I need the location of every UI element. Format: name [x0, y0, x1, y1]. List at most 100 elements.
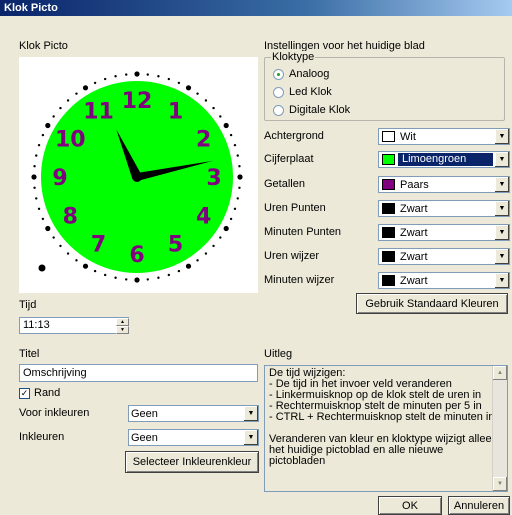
check-icon[interactable]: ✓ [19, 387, 30, 399]
minute-dot [157, 276, 160, 279]
foreground-fill-select[interactable]: Geen ▼ [128, 405, 259, 422]
fill-value: Geen [131, 431, 158, 444]
explanation-memo[interactable]: De tijd wijzigen: - De tijd in het invoer… [264, 365, 508, 492]
color-swatch [382, 179, 395, 190]
minute-dot [219, 236, 222, 239]
spin-down-icon[interactable]: ▼ [116, 326, 129, 334]
default-colors-button[interactable]: Gebruik Standaard Kleuren [356, 293, 508, 314]
minute-dot [93, 269, 97, 273]
clock-numeral: 1 [168, 99, 183, 124]
minute-dot [59, 244, 62, 248]
hour-dot [223, 122, 229, 129]
minute-dot [41, 133, 45, 137]
minute-dot [157, 75, 160, 78]
minute-dot [238, 165, 241, 168]
time-label: Tijd [19, 299, 37, 311]
minute-dot [238, 186, 241, 189]
clock-type-legend: Kloktype [271, 51, 316, 63]
color-value: Paars [400, 178, 429, 191]
scroll-down-icon[interactable]: ▼ [493, 477, 507, 491]
analog-clock[interactable]: 12 12 3 45678 9 10 11 [19, 57, 258, 293]
window-title: Klok Picto [0, 0, 512, 16]
dropdown-arrow-icon[interactable]: ▼ [494, 201, 509, 216]
minute-dot [233, 143, 237, 147]
radio-icon[interactable] [273, 104, 284, 116]
title-label: Titel [19, 348, 40, 360]
radio-selected-icon[interactable] [273, 68, 284, 80]
minute-dot [146, 278, 149, 281]
clock-numeral: 8 [63, 205, 78, 230]
clock-numeral: 12 [122, 89, 153, 114]
clock-type-group: Kloktype Analoog Led Klok Digitale Klok [264, 51, 505, 121]
minute-dot [37, 143, 41, 147]
dropdown-arrow-icon[interactable]: ▼ [494, 273, 509, 288]
radio-digital-label: Digitale Klok [289, 104, 351, 116]
radio-digital[interactable]: Digitale Klok [273, 104, 350, 116]
color-label: Achtergrond [264, 130, 324, 142]
dropdown-arrow-icon[interactable]: ▼ [243, 430, 258, 445]
minute-dot [114, 276, 117, 279]
minute-dot [35, 154, 38, 157]
border-checkbox-label: Rand [34, 387, 61, 399]
color-value: Zwart [400, 250, 428, 263]
clock-numeral: 2 [196, 128, 211, 153]
dropdown-arrow-icon[interactable]: ▼ [494, 225, 509, 240]
hour-dot [31, 174, 37, 180]
explanation-line: - CTRL + Rechtermuisknop stelt de minute… [269, 411, 495, 423]
color-select[interactable]: Zwart ▼ [378, 200, 510, 217]
minute-dot [167, 273, 171, 277]
dropdown-arrow-icon[interactable]: ▼ [243, 406, 258, 421]
dropdown-arrow-icon[interactable]: ▼ [494, 177, 509, 192]
fill-select[interactable]: Geen ▼ [128, 429, 259, 446]
color-select[interactable]: Limoengroen ▼ [378, 151, 510, 168]
color-label: Getallen [264, 178, 305, 190]
dropdown-arrow-icon[interactable]: ▼ [494, 152, 509, 167]
ok-button[interactable]: OK [378, 496, 442, 515]
color-swatch [382, 154, 395, 165]
spin-up-icon[interactable]: ▲ [116, 318, 129, 326]
color-label: Uren Punten [264, 202, 326, 214]
color-select[interactable]: Zwart ▼ [378, 224, 510, 241]
hour-dot [223, 225, 229, 232]
time-spinner[interactable]: ▲ ▼ [116, 318, 129, 334]
dropdown-arrow-icon[interactable]: ▼ [494, 129, 509, 144]
minute-dot [233, 207, 237, 211]
hour-dot [237, 174, 243, 180]
scroll-up-icon[interactable]: ▲ [493, 366, 507, 380]
color-swatch [382, 203, 395, 214]
foreground-fill-value: Geen [131, 407, 158, 420]
corner-dot [38, 264, 46, 272]
radio-icon[interactable] [273, 86, 284, 98]
color-label: Minuten Punten [264, 226, 342, 238]
cancel-button[interactable]: Annuleren [448, 496, 510, 515]
dropdown-arrow-icon[interactable]: ▼ [494, 249, 509, 264]
border-checkbox[interactable]: ✓ Rand [19, 387, 60, 399]
minute-dot [167, 77, 171, 81]
memo-scrollbar[interactable]: ▲ ▼ [492, 366, 507, 491]
minute-dot [125, 73, 128, 76]
clock-numeral: 6 [129, 243, 144, 268]
hour-dot [134, 71, 140, 77]
color-select[interactable]: Zwart ▼ [378, 272, 510, 289]
clock-numeral: 11 [83, 99, 114, 124]
hour-dot [45, 122, 51, 129]
hour-dot [82, 85, 89, 91]
title-input[interactable]: Omschrijving [19, 364, 258, 382]
minute-dot [229, 217, 233, 221]
hour-dot [45, 225, 51, 232]
clock-numeral: 3 [206, 166, 221, 191]
color-select[interactable]: Zwart ▼ [378, 248, 510, 265]
minute-dot [114, 75, 117, 78]
radio-analog[interactable]: Analoog [273, 68, 329, 80]
color-swatch [382, 131, 395, 142]
hour-dot [185, 263, 192, 269]
radio-led[interactable]: Led Klok [273, 86, 332, 98]
foreground-fill-label: Voor inkleuren [19, 407, 90, 419]
minute-dot [236, 154, 239, 157]
color-select[interactable]: Wit ▼ [378, 128, 510, 145]
minute-dot [66, 99, 70, 102]
time-input[interactable]: 11:13 [19, 317, 129, 334]
clock-preview[interactable]: 12 1 2 3 4 5 6 7 8 9 10 11 [19, 57, 258, 293]
select-fill-color-button[interactable]: Selecteer Inkleurenkleur [125, 451, 259, 473]
color-select[interactable]: Paars ▼ [378, 176, 510, 193]
